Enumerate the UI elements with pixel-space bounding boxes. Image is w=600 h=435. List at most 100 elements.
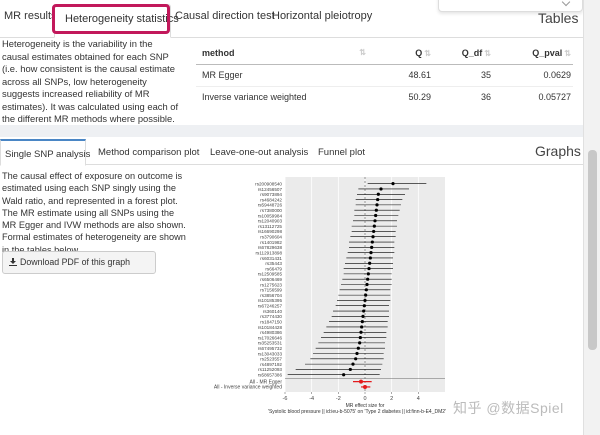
cell-method: MR Egger [196,63,376,86]
snp-point [351,362,355,366]
tables-title: Tables [538,10,579,26]
snp-point [358,335,362,340]
snp-point [362,309,366,313]
col-q-df[interactable]: Q_df ⇅ [433,42,493,65]
snp-point [361,314,365,318]
x-tick-label: -2 [336,396,341,402]
snp-label: rs11252093 [258,367,282,372]
snp-point [367,266,371,271]
snp-label: rs4684242 [260,197,282,202]
snp-label: rs1847150 [260,319,282,324]
snp-point [356,346,360,350]
tab-heterogeneity-label: Heterogeneity statistics [65,13,179,25]
snp-point [362,304,366,308]
snp-label: rs67495732 [258,346,283,351]
x-tick-label: 0 [363,396,366,402]
snp-label: rs10059984 [258,213,283,218]
table-header-row: method ⇅ Q ⇅ Q_df ⇅ Q_pval ⇅ [196,42,573,65]
snp-label: rs7156599 [260,288,282,293]
snp-label: rs67829638 [258,245,283,250]
snp-label: rs3774430 [260,314,282,319]
snp-point [371,235,375,239]
snp-point [375,203,379,207]
tables-panel: MR results Heterogeneity statistics Caus… [0,0,583,125]
snp-label: rs1275623 [260,282,282,287]
snp-point [370,240,374,244]
sort-icon: ⇅ [564,48,571,58]
tab-mr-results[interactable]: MR results [4,10,57,22]
snp-point [366,277,370,281]
heterogeneity-table: method ⇅ Q ⇅ Q_df ⇅ Q_pval ⇅ MR Egger 48.61 … [196,42,573,108]
snp-label: rs66479 [265,266,282,271]
sort-icon: ⇅ [424,48,431,58]
snp-label: rs12456507 [258,187,283,192]
x-tick-label: -6 [283,396,288,402]
snp-point [391,182,395,186]
snp-point [373,219,377,223]
page-scrollbar[interactable] [583,0,600,435]
snp-point [372,229,376,234]
snp-label: rs4897192 [260,362,282,367]
snp-label: rs3790604 [260,235,282,240]
summary-point [363,384,367,389]
snp-label: rs10185395 [258,298,283,303]
snp-point [355,351,359,356]
snp-point [369,251,373,255]
snp-point [354,357,358,361]
graphs-panel: Single SNP analysis Method comparison pl… [0,137,583,435]
snp-label: rs112913898 [256,250,283,255]
cell-q-df: 35 [433,63,493,86]
snp-label: rs1401982 [260,240,282,245]
cell-q: 50.29 [376,85,433,108]
table-row: MR Egger 48.61 35 0.0629 [196,63,573,86]
cell-method: Inverse variance weighted [196,85,376,108]
snp-point [348,367,352,372]
snp-label: rs12509585 [258,272,283,277]
tab-causal-direction-test[interactable]: Causal direction test [175,10,275,22]
forest-plot: rs200908540rs12456507rs9073894rs4684242r… [214,177,446,415]
snp-point [370,245,374,249]
x-tick-label: 4 [417,396,420,402]
watermark: 知乎 @数据Spiel [453,400,564,416]
snp-point [358,341,362,345]
snp-point [368,256,372,260]
x-tick-label: 2 [390,396,393,402]
snp-label: rs3856704 [260,293,282,298]
x-tick-label: -4 [309,396,314,402]
snp-label: rs35253531 [258,341,283,346]
snp-label: rs6031431 [260,256,282,261]
snp-label: rs9073894 [260,192,282,197]
snp-point [365,282,369,287]
cell-q-pval: 0.05727 [493,85,573,108]
snp-point [366,272,370,276]
snp-point [376,197,380,202]
snp-point [372,224,376,228]
snp-point [364,288,368,292]
snp-point [359,330,363,334]
cell-q-df: 36 [433,85,493,108]
snp-label: rs4980386 [260,330,282,335]
snp-label: rs2523557 [260,357,282,362]
summary-label: All - Inverse variance weighted [214,385,282,391]
snp-label: rs360140 [263,309,283,314]
snp-label: rs13043033 [258,351,283,356]
snp-point [379,187,383,191]
col-q-pval[interactable]: Q_pval ⇅ [493,42,573,65]
snp-label: rs59448726 [258,203,283,208]
snp-label: rs58657386 [258,373,283,378]
snp-point [360,325,364,329]
scrollbar-thumb[interactable] [588,150,597,350]
summary-point [359,379,363,384]
snp-point [364,293,368,297]
sort-icon: ⇅ [359,48,366,57]
snp-label: rs17026646 [258,335,283,340]
snp-point [360,320,364,324]
snp-label: rs10184428 [258,325,283,330]
cell-q-pval: 0.0629 [493,63,573,86]
snp-label: rs6506469 [260,277,282,282]
sort-icon: ⇅ [484,48,491,58]
tab-horizontal-pleiotropy[interactable]: Horizontal pleiotropy [272,10,372,22]
tab-heterogeneity-statistics[interactable]: Heterogeneity statistics [54,4,179,38]
col-q[interactable]: Q ⇅ [376,42,433,65]
col-method[interactable]: method ⇅ [196,42,376,65]
